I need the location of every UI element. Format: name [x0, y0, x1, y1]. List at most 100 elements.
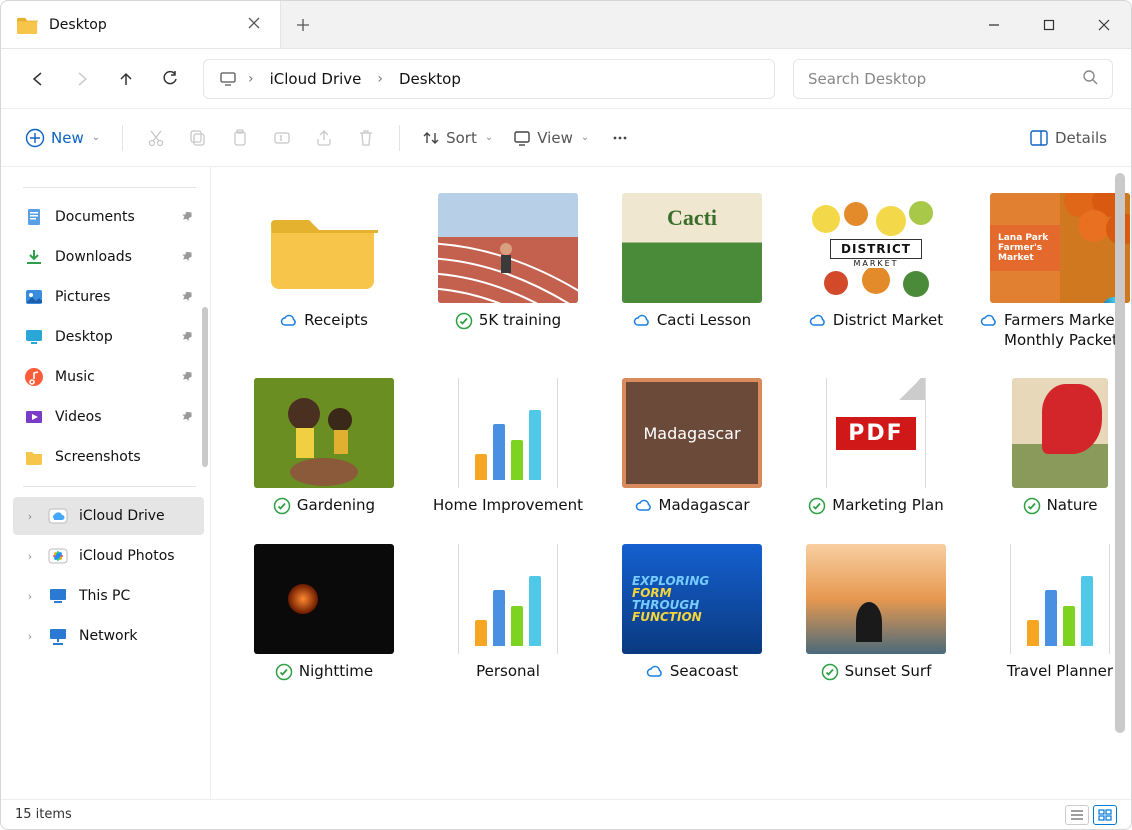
file-name: Travel Planner	[1007, 662, 1113, 682]
sidebar-item-music[interactable]: Music	[13, 358, 204, 396]
share-button[interactable]	[305, 119, 343, 157]
crumb-desktop[interactable]: Desktop	[389, 66, 471, 92]
file-name: Seacoast	[670, 662, 738, 682]
file-item[interactable]: PDF Marketing Plan	[791, 378, 961, 516]
sidebar-item-desktop[interactable]: Desktop	[13, 318, 204, 356]
synced-check-icon	[821, 663, 839, 681]
tab-close-button[interactable]	[244, 13, 264, 37]
file-item[interactable]: Nighttime	[239, 544, 409, 682]
sidebar-item-videos[interactable]: Videos	[13, 398, 204, 436]
new-button-label: New	[51, 129, 84, 147]
breadcrumb[interactable]: › iCloud Drive › Desktop	[203, 59, 775, 99]
file-item[interactable]: Personal	[423, 544, 593, 682]
file-item[interactable]: Cacti Cacti Lesson	[607, 193, 777, 331]
copy-button[interactable]	[179, 119, 217, 157]
minimize-button[interactable]	[966, 1, 1021, 48]
file-item[interactable]: Receipts	[239, 193, 409, 331]
content-area: Receipts 5K training Cacti Cacti Lesson …	[211, 167, 1131, 799]
details-view-toggle[interactable]	[1065, 805, 1089, 825]
chevron-right-icon[interactable]: ›	[23, 590, 37, 603]
sort-button-label: Sort	[446, 129, 477, 147]
new-button[interactable]: New ⌄	[17, 119, 108, 157]
back-button[interactable]	[19, 60, 57, 98]
tab-desktop[interactable]: Desktop	[1, 1, 281, 48]
pin-icon	[182, 370, 194, 385]
synced-check-icon	[1023, 497, 1041, 515]
file-name: Personal	[476, 662, 540, 682]
cut-button[interactable]	[137, 119, 175, 157]
file-name: District Market	[833, 311, 943, 331]
maximize-button[interactable]	[1021, 1, 1076, 48]
file-item[interactable]: Gardening	[239, 378, 409, 516]
file-explorer-window: Desktop › iCloud Drive › Desktop	[0, 0, 1132, 830]
details-pane-button[interactable]: Details	[1021, 119, 1115, 157]
forward-button[interactable]	[63, 60, 101, 98]
file-name: Madagascar	[659, 496, 750, 516]
chevron-right-icon[interactable]: ›	[23, 550, 37, 563]
chevron-right-icon[interactable]: ›	[23, 630, 37, 643]
sidebar-item-label: Pictures	[55, 289, 110, 305]
sort-button[interactable]: Sort ⌄	[414, 119, 501, 157]
cloud-icon	[280, 312, 298, 330]
up-button[interactable]	[107, 60, 145, 98]
file-item[interactable]: Travel Planner	[975, 544, 1131, 682]
documents-icon	[23, 206, 45, 228]
chevron-right-icon: ›	[375, 71, 385, 87]
sidebar-item-icloud-photos[interactable]: › iCloud Photos	[13, 537, 204, 575]
titlebar: Desktop	[1, 1, 1131, 49]
refresh-button[interactable]	[151, 60, 189, 98]
synced-check-icon	[273, 497, 291, 515]
file-item[interactable]: 5K training	[423, 193, 593, 331]
file-item[interactable]: DISTRICTMARKET District Market	[791, 193, 961, 331]
sidebar-item-documents[interactable]: Documents	[13, 198, 204, 236]
thispc-icon	[47, 585, 69, 607]
delete-button[interactable]	[347, 119, 385, 157]
pictures-icon	[23, 286, 45, 308]
crumb-icloud-drive[interactable]: iCloud Drive	[260, 66, 372, 92]
address-bar: › iCloud Drive › Desktop	[1, 49, 1131, 109]
pin-icon	[182, 290, 194, 305]
file-item[interactable]: Sunset Surf	[791, 544, 961, 682]
pin-icon	[182, 410, 194, 425]
file-name: Farmers Market Monthly Packet	[1004, 311, 1131, 350]
cloud-icon	[809, 312, 827, 330]
music-icon	[23, 366, 45, 388]
sidebar-item-label: This PC	[79, 588, 130, 604]
file-item[interactable]: Home Improvement	[423, 378, 593, 516]
icons-view-toggle[interactable]	[1093, 805, 1117, 825]
chevron-down-icon: ⌄	[581, 132, 589, 143]
sidebar-item-label: Desktop	[55, 329, 113, 345]
sidebar-item-label: Videos	[55, 409, 102, 425]
file-item[interactable]: Lana ParkFarmer's Market Farmers Market …	[975, 193, 1131, 350]
rename-button[interactable]	[263, 119, 301, 157]
sidebar-item-pictures[interactable]: Pictures	[13, 278, 204, 316]
tab-title: Desktop	[49, 17, 107, 33]
sidebar-item-this-pc[interactable]: › This PC	[13, 577, 204, 615]
downloads-icon	[23, 246, 45, 268]
search-icon	[1082, 69, 1098, 89]
paste-button[interactable]	[221, 119, 259, 157]
chevron-right-icon[interactable]: ›	[23, 510, 37, 523]
close-window-button[interactable]	[1076, 1, 1131, 48]
search-box[interactable]	[793, 59, 1113, 99]
sidebar-item-icloud-drive[interactable]: › iCloud Drive	[13, 497, 204, 535]
sidebar-scrollbar[interactable]	[202, 307, 208, 467]
details-button-label: Details	[1055, 129, 1107, 147]
file-item[interactable]: EXPLORINGFORMTHROUGHFUNCTION Seacoast	[607, 544, 777, 682]
synced-check-icon	[808, 497, 826, 515]
content-scrollbar[interactable]	[1115, 173, 1125, 733]
view-button[interactable]: View ⌄	[505, 119, 597, 157]
file-item[interactable]: Nature	[975, 378, 1131, 516]
file-name: Nature	[1047, 496, 1098, 516]
more-button[interactable]	[601, 119, 639, 157]
sidebar-item-label: Music	[55, 369, 95, 385]
new-tab-button[interactable]	[281, 1, 325, 48]
cloud-icon	[646, 663, 664, 681]
file-item[interactable]: Madagascar Madagascar	[607, 378, 777, 516]
chevron-right-icon: ›	[246, 71, 256, 87]
monitor-icon	[214, 70, 242, 88]
sidebar-item-downloads[interactable]: Downloads	[13, 238, 204, 276]
sidebar-item-screenshots[interactable]: Screenshots	[13, 438, 204, 476]
sidebar-item-network[interactable]: › Network	[13, 617, 204, 655]
search-input[interactable]	[808, 70, 1082, 88]
